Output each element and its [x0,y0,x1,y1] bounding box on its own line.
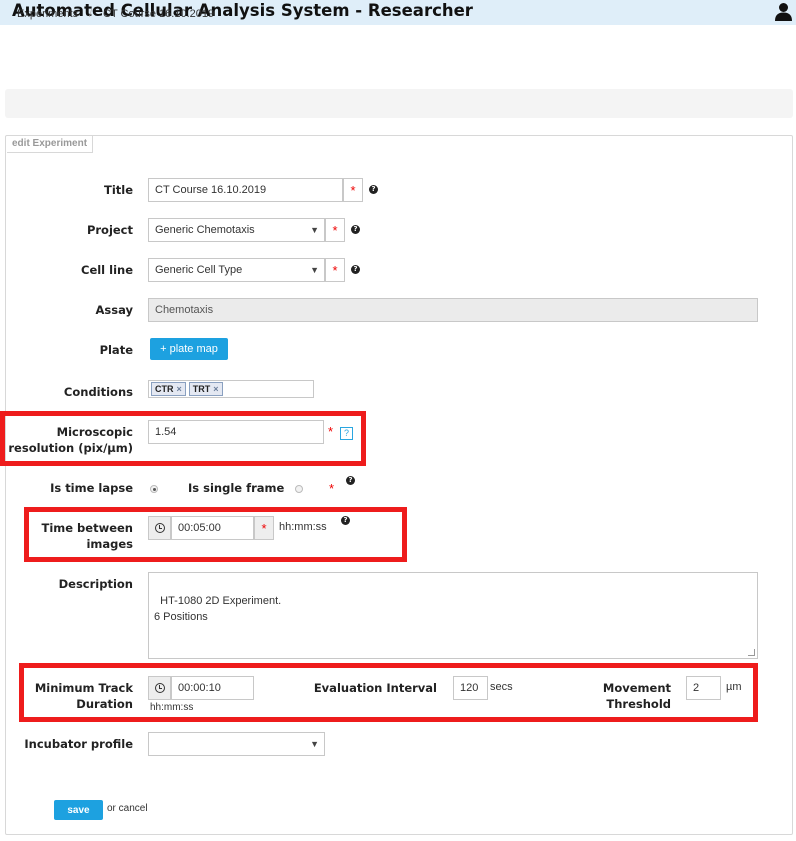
resolution-label-line1: Microscopic [56,425,133,439]
movement-threshold-unit: µm [726,681,742,693]
condition-tag-ctr: CTR × [151,382,186,396]
resolution-label-line2: resolution (pix/µm) [8,441,133,455]
description-textarea[interactable]: HT-1080 2D Experiment. 6 Positions [148,572,758,659]
assay-input: Chemotaxis [148,298,758,322]
mode-help-icon[interactable]: ? [346,476,355,485]
breadcrumb-separator: / [89,8,93,20]
breadcrumb-item-experiments[interactable]: Experiments [17,8,78,20]
movement-threshold-label-line1: Movement [602,681,671,695]
movement-threshold-input[interactable]: 2 [686,676,721,700]
project-label: Project [86,223,133,237]
condition-tag-trt: TRT × [188,382,223,396]
single-frame-radio[interactable] [295,485,303,493]
time-between-label-line1: Time between [41,521,133,535]
title-required-addon: * [343,178,363,202]
time-between-help-icon[interactable]: ? [341,516,350,525]
clock-icon [154,683,165,693]
breadcrumb [5,89,793,118]
min-track-label-line2: Duration [76,697,133,711]
fieldset-legend: edit Experiment [7,136,94,153]
project-required-addon: * [325,218,345,242]
cell-line-help-icon[interactable]: ? [351,265,360,274]
app-title: Automated Cellular Analysis System - Res… [12,1,473,20]
time-between-label-line2: images [86,537,133,551]
resolution-help-icon[interactable]: ? [340,427,353,440]
single-frame-label: Is single frame [188,481,285,495]
incubator-profile-select[interactable]: ▼ [148,732,325,756]
time-between-input[interactable]: 00:05:00 [171,516,254,540]
cell-line-select-value: Generic Cell Type [155,264,243,276]
chevron-down-icon: ▼ [310,265,319,275]
cancel-link[interactable]: or cancel [107,803,148,814]
resize-handle-icon[interactable] [748,649,755,656]
min-track-clock-addon [148,676,171,700]
resolution-input[interactable]: 1.54 [148,420,324,444]
mode-required-mark: * [329,481,335,496]
resolution-required-mark: * [328,424,334,439]
chevron-down-icon: ▼ [310,225,319,235]
description-label: Description [58,577,133,591]
assay-label: Assay [95,303,134,317]
project-select-value: Generic Chemotaxis [155,224,255,236]
description-text: HT-1080 2D Experiment. 6 Positions [154,595,282,623]
evaluation-interval-unit: secs [490,681,513,693]
title-label: Title [103,183,133,197]
project-select[interactable]: Generic Chemotaxis ▼ [148,218,325,242]
title-input[interactable]: CT Course 16.10.2019 [148,178,343,202]
evaluation-interval-input[interactable]: 120 [453,676,488,700]
min-track-label-line1: Minimum Track [34,681,133,695]
cell-line-select[interactable]: Generic Cell Type ▼ [148,258,325,282]
cell-line-required-addon: * [325,258,345,282]
min-track-input[interactable]: 00:00:10 [171,676,254,700]
time-lapse-label: Is time lapse [50,481,133,495]
breadcrumb-item-current: CT Course 16.10.2019 [103,8,215,20]
cell-line-label: Cell line [81,263,133,277]
time-between-unit: hh:mm:ss [279,521,327,533]
clock-icon [154,523,165,533]
chevron-down-icon: ▼ [310,739,319,749]
save-button[interactable]: save [54,800,103,820]
plate-label: Plate [99,343,133,357]
incubator-profile-label: Incubator profile [24,737,133,751]
movement-threshold-label-line2: Threshold [606,697,671,711]
time-between-clock-addon [148,516,171,540]
time-between-required-addon: * [254,516,274,540]
remove-tag-icon[interactable]: × [177,384,182,394]
time-lapse-radio[interactable] [150,485,158,493]
conditions-label: Conditions [63,385,133,399]
project-help-icon[interactable]: ? [351,225,360,234]
min-track-unit: hh:mm:ss [150,702,194,713]
plate-map-button[interactable]: + plate map [150,338,228,360]
user-icon[interactable] [774,2,793,22]
evaluation-interval-label: Evaluation Interval [313,681,437,695]
remove-tag-icon[interactable]: × [213,384,218,394]
conditions-tag-input[interactable]: CTR × TRT × [148,380,314,398]
title-help-icon[interactable]: ? [369,185,378,194]
